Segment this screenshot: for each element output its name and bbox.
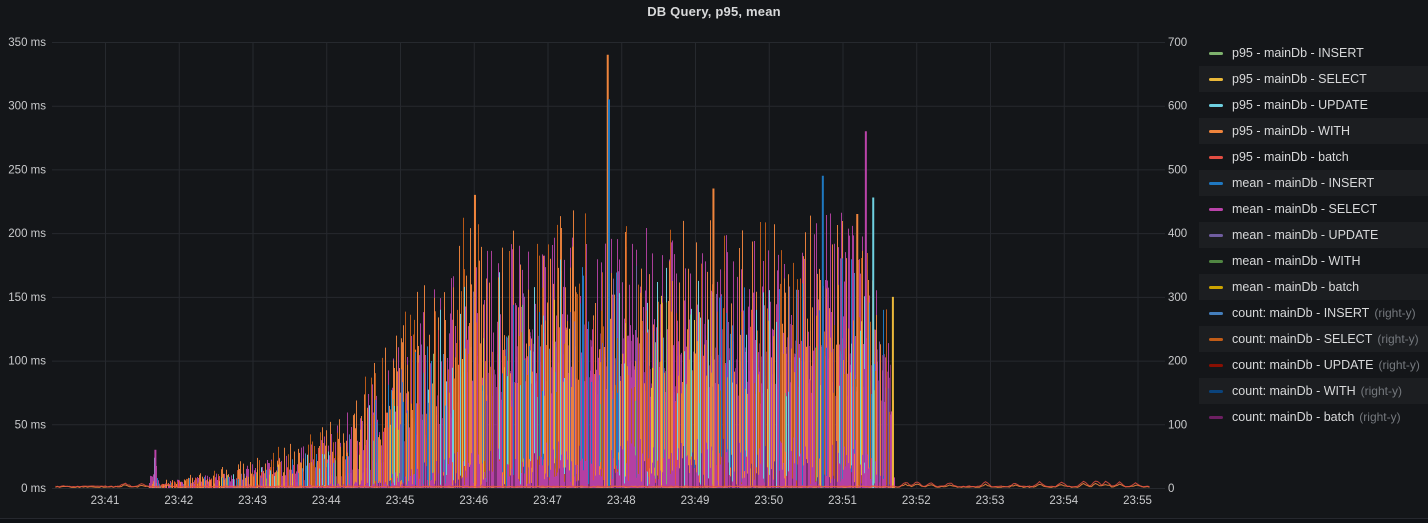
x-tick-label: 23:52	[902, 495, 931, 507]
legend-label: mean - mainDb - WITH	[1232, 254, 1361, 268]
legend-swatch	[1209, 104, 1223, 107]
x-tick-label: 23:46	[459, 495, 488, 507]
legend-label: count: mainDb - UPDATE	[1232, 358, 1373, 372]
legend-swatch	[1209, 182, 1223, 185]
x-tick-label: 23:51	[828, 495, 857, 507]
y-left-tick-label: 350 ms	[8, 37, 46, 49]
y-right-tick-label: 700	[1168, 37, 1187, 49]
legend-item-3[interactable]: p95 - mainDb - UPDATE	[1199, 92, 1428, 118]
y-left-tick-label: 0 ms	[21, 483, 46, 495]
legend-swatch	[1209, 52, 1223, 55]
legend-item-9[interactable]: mean - mainDb - WITH	[1199, 248, 1428, 274]
legend-swatch	[1209, 390, 1223, 393]
legend-right-axis-tag: (right-y)	[1377, 332, 1418, 346]
legend-label: mean - mainDb - UPDATE	[1232, 228, 1378, 242]
legend-right-axis-tag: (right-y)	[1378, 358, 1419, 372]
legend-item-1[interactable]: p95 - mainDb - INSERT	[1199, 40, 1428, 66]
y-left-tick-label: 300 ms	[8, 101, 46, 113]
x-tick-label: 23:50	[754, 495, 783, 507]
legend: p95 - mainDb - INSERT p95 - mainDb - SELE…	[1199, 40, 1428, 430]
legend-item-14[interactable]: count: mainDb - WITH (right-y)	[1199, 378, 1428, 404]
grafana-panel: DB Query, p95, mean 0 ms50 ms100 ms150 m…	[0, 0, 1428, 518]
x-tick-label: 23:45	[386, 495, 415, 507]
legend-item-7[interactable]: mean - mainDb - SELECT	[1199, 196, 1428, 222]
legend-swatch	[1209, 312, 1223, 315]
legend-label: p95 - mainDb - INSERT	[1232, 46, 1364, 60]
legend-right-axis-tag: (right-y)	[1374, 306, 1415, 320]
x-tick-label: 23:47	[533, 495, 562, 507]
legend-label: mean - mainDb - SELECT	[1232, 202, 1377, 216]
x-tick-label: 23:44	[312, 495, 341, 507]
y-left-tick-label: 50 ms	[15, 419, 47, 431]
x-tick-label: 23:43	[238, 495, 267, 507]
y-right-tick-label: 100	[1168, 419, 1187, 431]
legend-label: p95 - mainDb - batch	[1232, 150, 1349, 164]
y-right-tick-label: 300	[1168, 292, 1187, 304]
legend-swatch	[1209, 416, 1223, 419]
legend-item-8[interactable]: mean - mainDb - UPDATE	[1199, 222, 1428, 248]
y-right-tick-label: 0	[1168, 483, 1174, 495]
legend-right-axis-tag: (right-y)	[1359, 410, 1400, 424]
legend-item-12[interactable]: count: mainDb - SELECT (right-y)	[1199, 326, 1428, 352]
legend-swatch	[1209, 260, 1223, 263]
legend-swatch	[1209, 364, 1223, 367]
legend-item-5[interactable]: p95 - mainDb - batch	[1199, 144, 1428, 170]
legend-label: p95 - mainDb - SELECT	[1232, 72, 1367, 86]
y-right-tick-label: 400	[1168, 228, 1187, 240]
legend-swatch	[1209, 338, 1223, 341]
x-tick-label: 23:54	[1049, 495, 1078, 507]
legend-item-4[interactable]: p95 - mainDb - WITH	[1199, 118, 1428, 144]
legend-label: count: mainDb - batch	[1232, 410, 1354, 424]
legend-item-13[interactable]: count: mainDb - UPDATE (right-y)	[1199, 352, 1428, 378]
legend-swatch	[1209, 156, 1223, 159]
y-right-tick-label: 200	[1168, 356, 1187, 368]
x-tick-label: 23:48	[607, 495, 636, 507]
legend-item-10[interactable]: mean - mainDb - batch	[1199, 274, 1428, 300]
legend-swatch	[1209, 208, 1223, 211]
legend-label: mean - mainDb - INSERT	[1232, 176, 1374, 190]
legend-label: count: mainDb - WITH	[1232, 384, 1356, 398]
legend-swatch	[1209, 286, 1223, 289]
legend-label: count: mainDb - SELECT	[1232, 332, 1372, 346]
legend-label: p95 - mainDb - WITH	[1232, 124, 1350, 138]
y-left-tick-label: 100 ms	[8, 356, 46, 368]
legend-item-2[interactable]: p95 - mainDb - SELECT	[1199, 66, 1428, 92]
legend-swatch	[1209, 234, 1223, 237]
legend-item-11[interactable]: count: mainDb - INSERT (right-y)	[1199, 300, 1428, 326]
x-tick-label: 23:55	[1123, 495, 1152, 507]
legend-item-15[interactable]: count: mainDb - batch (right-y)	[1199, 404, 1428, 430]
legend-label: count: mainDb - INSERT	[1232, 306, 1369, 320]
legend-item-6[interactable]: mean - mainDb - INSERT	[1199, 170, 1428, 196]
x-tick-label: 23:42	[164, 495, 193, 507]
x-tick-label: 23:41	[91, 495, 120, 507]
y-right-tick-label: 500	[1168, 164, 1187, 176]
legend-swatch	[1209, 78, 1223, 81]
x-tick-label: 23:49	[681, 495, 710, 507]
y-left-tick-label: 200 ms	[8, 228, 46, 240]
x-tick-label: 23:53	[976, 495, 1005, 507]
y-left-tick-label: 250 ms	[8, 164, 46, 176]
next-panel-edge	[0, 519, 1428, 523]
legend-swatch	[1209, 130, 1223, 133]
legend-right-axis-tag: (right-y)	[1361, 384, 1402, 398]
y-right-tick-label: 600	[1168, 101, 1187, 113]
y-left-tick-label: 150 ms	[8, 292, 46, 304]
legend-label: p95 - mainDb - UPDATE	[1232, 98, 1368, 112]
legend-label: mean - mainDb - batch	[1232, 280, 1359, 294]
